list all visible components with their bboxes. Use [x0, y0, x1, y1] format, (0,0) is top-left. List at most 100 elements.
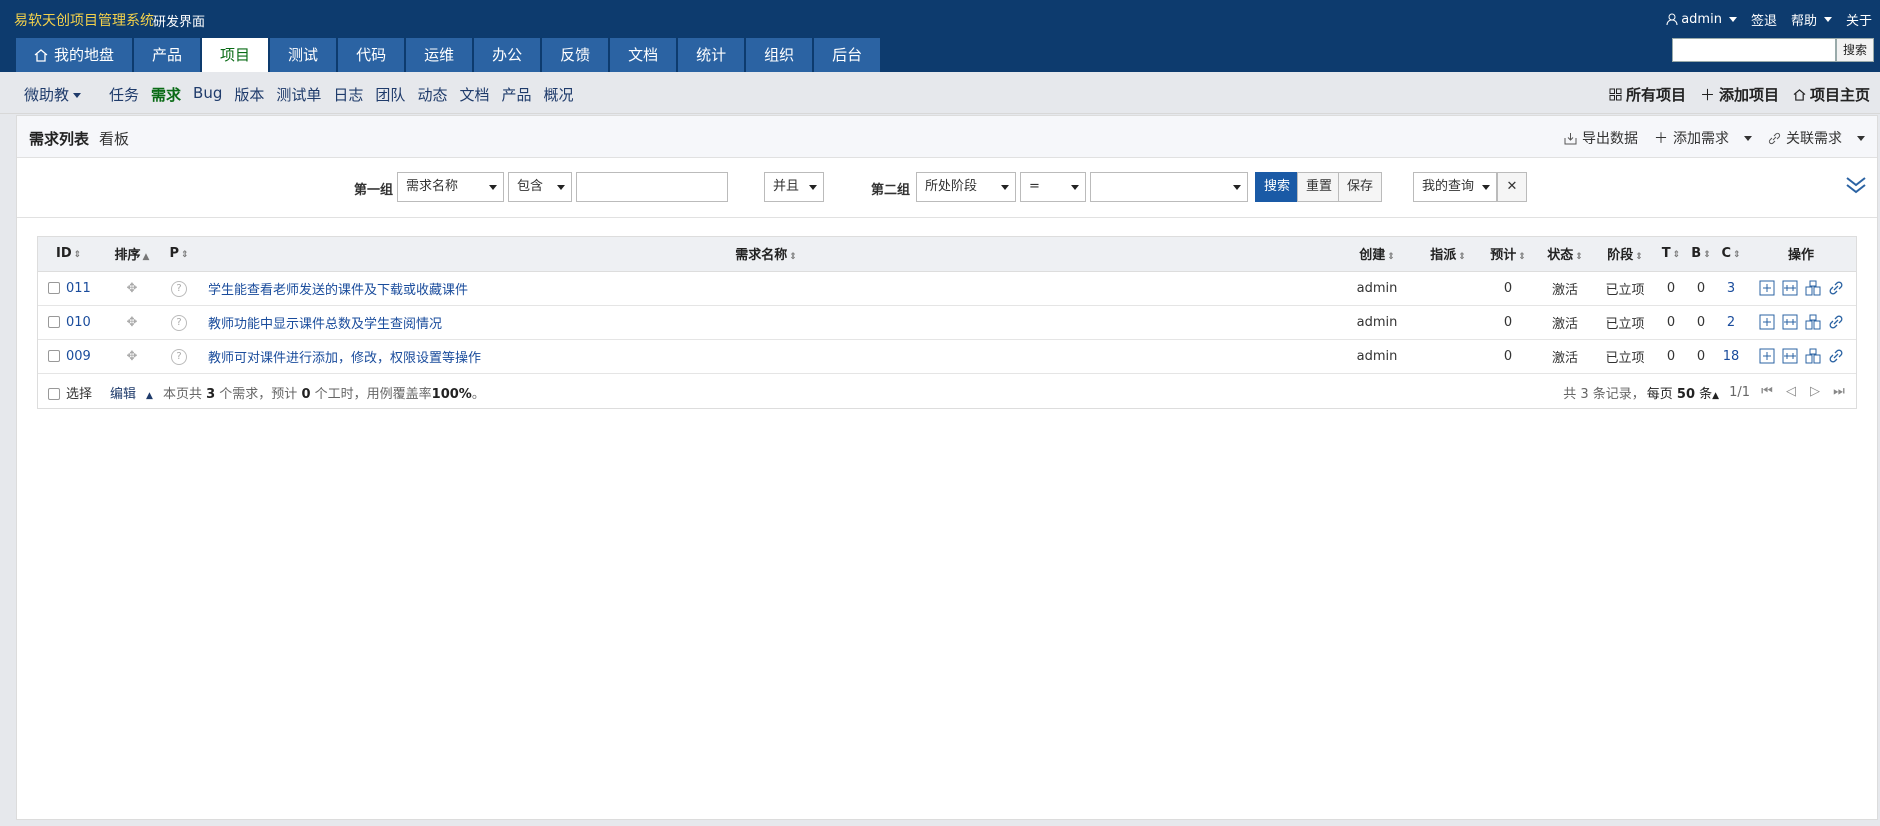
export-button[interactable]: 导出数据	[1564, 128, 1638, 148]
table-row[interactable]: 009 ✥ ? 教师可对课件进行添加，修改，权限设置等操作 admin 0 激活…	[38, 339, 1856, 374]
drag-handle-icon[interactable]: ✥	[127, 349, 138, 364]
col-id[interactable]: ID ⇕	[38, 237, 100, 272]
unlink-icon[interactable]	[1827, 348, 1844, 365]
checkbox[interactable]	[48, 388, 60, 400]
unlink-icon[interactable]	[1827, 280, 1844, 297]
col-estimate[interactable]: 预计 ⇕	[1480, 237, 1536, 272]
cell-id[interactable]: 009	[38, 339, 100, 374]
case-count-link[interactable]: 3	[1727, 281, 1735, 296]
tab-stat[interactable]: 统计	[678, 38, 745, 72]
col-b[interactable]: B ⇕	[1686, 237, 1716, 272]
tab-project[interactable]: 项目	[202, 38, 269, 72]
cell-c[interactable]: 3	[1716, 271, 1746, 306]
cell-order[interactable]: ✥	[100, 271, 164, 306]
story-id-link[interactable]: 010	[66, 315, 91, 330]
search-input[interactable]	[1671, 38, 1836, 62]
and-or-select[interactable]: 并且	[764, 172, 824, 202]
col-title[interactable]: 需求名称 ⇕	[194, 237, 1338, 272]
collapse-icon[interactable]	[1845, 175, 1867, 195]
help-menu[interactable]: 帮助	[1791, 10, 1832, 29]
cell-c[interactable]: 2	[1716, 305, 1746, 340]
my-query-select[interactable]: 我的查询	[1413, 172, 1497, 202]
unlink-icon[interactable]	[1827, 314, 1844, 331]
subnav-overview[interactable]: 概况	[543, 84, 573, 105]
cell-title[interactable]: 学生能查看老师发送的课件及下载或收藏课件	[194, 271, 1338, 306]
search-button[interactable]: 搜索	[1835, 38, 1874, 62]
project-home-link[interactable]: 项目主页	[1793, 84, 1870, 105]
cell-id[interactable]: 010	[38, 305, 100, 340]
story-id-link[interactable]: 009	[66, 349, 91, 364]
value1-input[interactable]	[576, 172, 728, 202]
view-list[interactable]: 需求列表	[29, 128, 89, 149]
case-count-link[interactable]: 18	[1723, 349, 1740, 364]
estimate-icon[interactable]	[1804, 280, 1821, 297]
subnav-doc[interactable]: 文档	[459, 84, 489, 105]
create-task-icon[interactable]	[1758, 280, 1775, 297]
field2-select[interactable]: 所处阶段	[916, 172, 1016, 202]
tab-code[interactable]: 代码	[338, 38, 405, 72]
batch-edit-button[interactable]: 编辑 ▲	[110, 383, 153, 402]
row-checkbox[interactable]	[48, 316, 60, 328]
operator1-select[interactable]: 包含	[508, 172, 572, 202]
project-switcher[interactable]: 微助教	[24, 84, 82, 105]
tab-ops[interactable]: 运维	[406, 38, 473, 72]
cell-c[interactable]: 18	[1716, 339, 1746, 374]
estimate-icon[interactable]	[1804, 348, 1821, 365]
user-menu[interactable]: admin	[1666, 10, 1737, 29]
subnav-team[interactable]: 团队	[375, 84, 405, 105]
tab-my[interactable]: 我的地盘	[16, 38, 133, 72]
all-projects-link[interactable]: 所有项目	[1609, 84, 1686, 105]
last-page-icon[interactable]: ⏭	[1832, 385, 1846, 399]
tab-office[interactable]: 办公	[474, 38, 541, 72]
story-title-link[interactable]: 教师可对课件进行添加，修改，权限设置等操作	[208, 351, 481, 366]
cell-title[interactable]: 教师可对课件进行添加，修改，权限设置等操作	[194, 339, 1338, 374]
col-stage[interactable]: 阶段 ⇕	[1594, 237, 1656, 272]
cell-order[interactable]: ✥	[100, 339, 164, 374]
app-brand[interactable]: 易软天创项目管理系统	[14, 10, 154, 30]
batch-create-icon[interactable]	[1781, 348, 1798, 365]
tab-org[interactable]: 组织	[746, 38, 813, 72]
subnav-dynamic[interactable]: 动态	[417, 84, 447, 105]
view-kanban[interactable]: 看板	[99, 128, 129, 149]
tab-test[interactable]: 测试	[270, 38, 337, 72]
table-row[interactable]: 010 ✥ ? 教师功能中显示课件总数及学生查阅情况 admin 0 激活 已立…	[38, 305, 1856, 340]
prev-page-icon[interactable]: ◁	[1784, 385, 1798, 399]
estimate-icon[interactable]	[1804, 314, 1821, 331]
col-order[interactable]: 排序 ▲	[100, 237, 164, 272]
subnav-product[interactable]: 产品	[501, 84, 531, 105]
drag-handle-icon[interactable]: ✥	[127, 281, 138, 296]
subnav-task[interactable]: 任务	[109, 84, 139, 105]
subnav-build[interactable]: 版本	[234, 84, 264, 105]
case-count-link[interactable]: 2	[1727, 315, 1735, 330]
batch-create-icon[interactable]	[1781, 280, 1798, 297]
about-link[interactable]: 关于	[1846, 10, 1872, 29]
tab-feedback[interactable]: 反馈	[542, 38, 609, 72]
add-story-button[interactable]: ＋ 添加需求	[1654, 128, 1752, 148]
create-task-icon[interactable]	[1758, 348, 1775, 365]
col-assign[interactable]: 指派 ⇕	[1416, 237, 1480, 272]
cell-title[interactable]: 教师功能中显示课件总数及学生查阅情况	[194, 305, 1338, 340]
cell-id[interactable]: 011	[38, 271, 100, 306]
story-id-link[interactable]: 011	[66, 281, 91, 296]
col-t[interactable]: T ⇕	[1656, 237, 1686, 272]
sign-out-link[interactable]: 签退	[1751, 10, 1777, 29]
subnav-bug[interactable]: Bug	[193, 84, 222, 105]
per-page-select[interactable]: 每页 50 条▲	[1647, 383, 1719, 402]
add-project-link[interactable]: ＋添加项目	[1700, 84, 1779, 105]
table-row[interactable]: 011 ✥ ? 学生能查看老师发送的课件及下载或收藏课件 admin 0 激活 …	[38, 271, 1856, 306]
subnav-testtask[interactable]: 测试单	[276, 84, 321, 105]
filter-save-button[interactable]: 保存	[1338, 172, 1383, 202]
subnav-story[interactable]: 需求	[151, 84, 181, 105]
story-title-link[interactable]: 教师功能中显示课件总数及学生查阅情况	[208, 317, 442, 332]
tab-product[interactable]: 产品	[134, 38, 201, 72]
field1-select[interactable]: 需求名称	[397, 172, 504, 202]
cell-order[interactable]: ✥	[100, 305, 164, 340]
col-pri[interactable]: P ⇕	[164, 237, 194, 272]
select-all-checkbox[interactable]: 选择	[48, 383, 92, 402]
row-checkbox[interactable]	[48, 350, 60, 362]
drag-handle-icon[interactable]: ✥	[127, 315, 138, 330]
clear-query-button[interactable]: ✕	[1497, 172, 1527, 202]
col-status[interactable]: 状态 ⇕	[1536, 237, 1594, 272]
col-c[interactable]: C ⇕	[1716, 237, 1746, 272]
value2-select[interactable]	[1090, 172, 1248, 202]
